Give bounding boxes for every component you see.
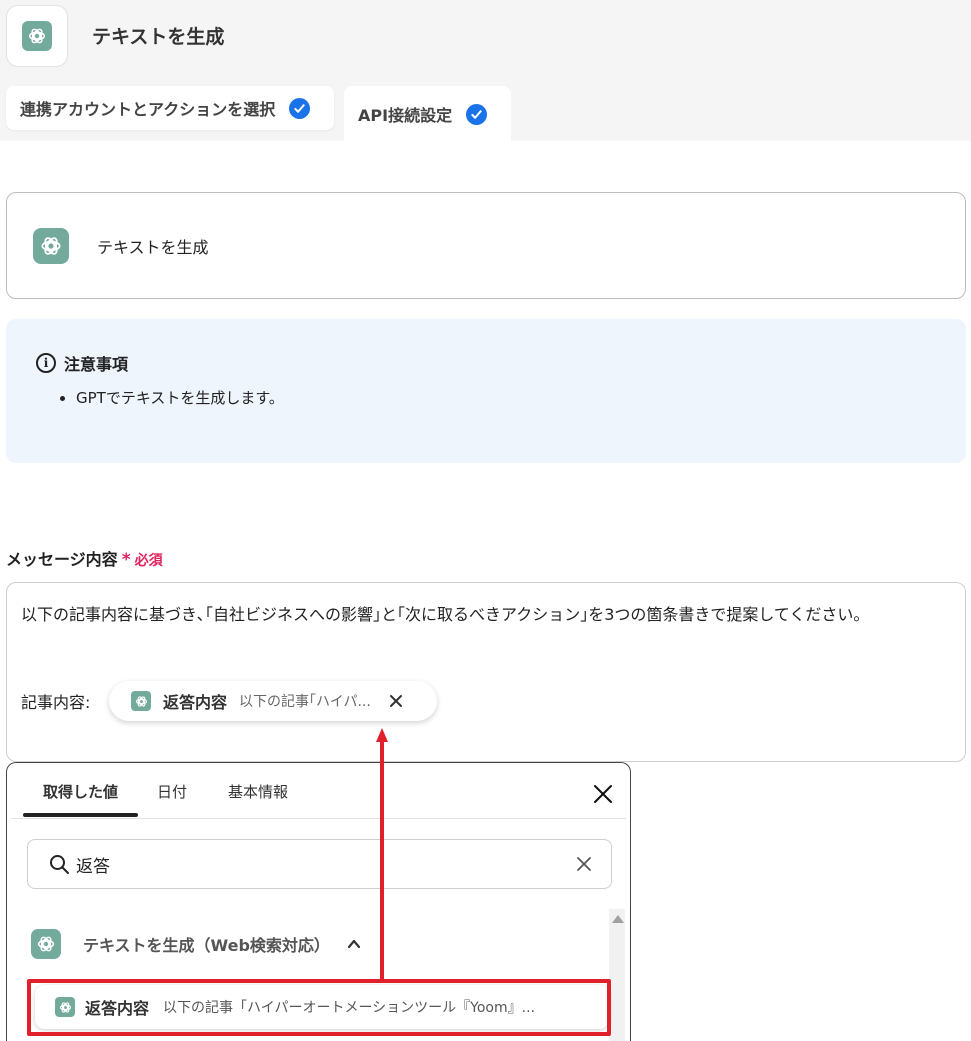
article-label: 記事内容: [21, 693, 91, 712]
clear-icon[interactable] [573, 853, 595, 875]
tab-label: 連携アカウントとアクションを選択 [20, 100, 276, 119]
tab-label: API接続設定 [358, 106, 453, 125]
tab-api-settings[interactable]: API接続設定 [344, 86, 511, 142]
required-asterisk: * [121, 550, 131, 570]
tab-basic-info[interactable]: 基本情報 [228, 781, 288, 802]
notice-item: GPTでテキストを生成します。 [76, 387, 936, 408]
notice-panel: i 注意事項 GPTでテキストを生成します。 [6, 319, 966, 463]
message-field-label: メッセージ内容 * 必須 [6, 546, 163, 570]
annotation-arrow-line [380, 740, 384, 979]
app-icon [6, 5, 68, 67]
close-icon[interactable] [385, 690, 407, 712]
chip-title: 返答内容 [163, 693, 228, 712]
notice-title: 注意事項 [64, 355, 129, 374]
variable-chip[interactable]: 返答内容 以下の記事｢ハイパ... [109, 681, 437, 721]
check-circle-icon [466, 103, 488, 125]
message-textarea[interactable]: 以下の記事内容に基づき､｢自社ビジネスへの影響｣と｢次に取るべきアクション｣を3… [6, 582, 966, 762]
check-circle-icon [289, 97, 311, 119]
tab-select-account-action[interactable]: 連携アカウントとアクションを選択 [6, 86, 334, 130]
result-title: 返答内容 [85, 999, 150, 1018]
divider [11, 818, 626, 819]
openai-logo-icon [22, 21, 52, 51]
annotation-arrow-head-icon [376, 728, 388, 742]
openai-logo-icon [31, 929, 61, 959]
action-card: テキストを生成 [6, 192, 966, 299]
popup-tabs: 取得した値 日付 基本情報 [7, 763, 630, 819]
chevron-up-icon[interactable] [346, 936, 362, 952]
openai-logo-icon [33, 227, 69, 264]
chip-preview: 以下の記事｢ハイパ... [239, 694, 371, 710]
scrollbar[interactable] [609, 909, 625, 1041]
action-card-label: テキストを生成 [97, 237, 209, 257]
variable-picker-popup: 取得した値 日付 基本情報 テキストを生成（Web検索対応） [6, 762, 631, 1041]
tab-acquired-values[interactable]: 取得した値 [43, 781, 118, 802]
tab-date[interactable]: 日付 [157, 781, 187, 802]
page-title: テキストを生成 [92, 26, 225, 48]
openai-logo-icon [55, 997, 75, 1017]
group-header[interactable]: テキストを生成（Web検索対応） [31, 929, 362, 959]
active-tab-indicator [23, 813, 138, 817]
group-title: テキストを生成（Web検索対応） [83, 936, 330, 955]
scroll-up-arrow-icon[interactable] [612, 915, 624, 923]
notice-heading: i 注意事項 [36, 351, 936, 375]
field-label-text: メッセージ内容 [6, 550, 118, 569]
search-box [27, 839, 612, 889]
result-item[interactable]: 返答内容 以下の記事「ハイパーオートメーションツール『Yoom』... [35, 985, 609, 1029]
search-input[interactable] [76, 854, 556, 874]
message-text-line: 以下の記事内容に基づき､｢自社ビジネスへの影響｣と｢次に取るべきアクション｣を3… [21, 605, 870, 624]
notice-list: GPTでテキストを生成します。 [36, 387, 936, 408]
info-icon: i [36, 353, 56, 373]
required-badge: 必須 [134, 553, 163, 569]
search-icon [48, 853, 70, 875]
result-preview: 以下の記事「ハイパーオートメーションツール『Yoom』... [163, 1000, 535, 1016]
openai-logo-icon [131, 691, 151, 711]
close-icon[interactable] [590, 781, 616, 807]
